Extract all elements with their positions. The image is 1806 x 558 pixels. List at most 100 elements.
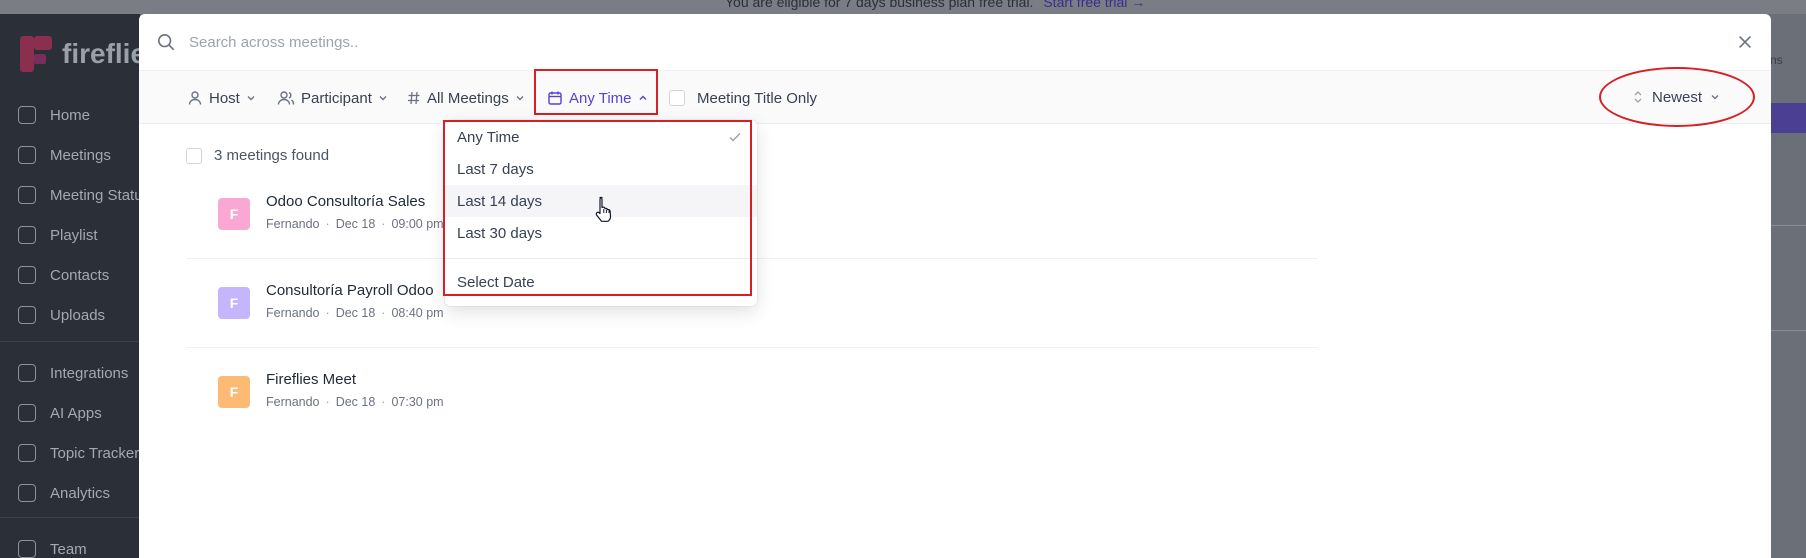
sidebar-item-label: Team — [50, 540, 87, 558]
dropdown-option-select-date[interactable]: Select Date — [445, 266, 757, 298]
trial-banner-text: You are eligible for 7 days business pla… — [725, 0, 1034, 10]
sidebar-item-home[interactable]: Home — [0, 97, 140, 133]
meeting-avatar: F — [218, 376, 250, 408]
sidebar-item-label: Meeting Status — [50, 186, 140, 204]
host-filter-label: Host — [209, 89, 240, 107]
meeting-time: 07:30 pm — [391, 395, 444, 409]
chart-icon — [18, 484, 36, 502]
meeting-date: Dec 18 — [335, 395, 376, 409]
dropdown-option-last-7-days[interactable]: Last 7 days — [445, 153, 757, 185]
meta-separator: · — [325, 217, 330, 231]
filter-bar: Host Participant All Meetings Any Time M… — [139, 70, 1771, 124]
search-row — [139, 14, 1771, 70]
sidebar-item-label: AI Apps — [50, 404, 102, 422]
meeting-date: Dec 18 — [335, 217, 376, 231]
any-time-highlight — [534, 69, 658, 115]
sidebar-item-playlist[interactable]: Playlist — [0, 217, 140, 253]
contacts-icon — [18, 266, 36, 284]
meeting-host: Fernando — [266, 306, 320, 320]
background-divider — [1770, 330, 1806, 331]
meeting-title[interactable]: Fireflies Meet — [266, 371, 356, 388]
sidebar-item-label: Meetings — [50, 146, 111, 164]
meeting-meta: Fernando · Dec 18 · 08:40 pm — [266, 306, 444, 320]
home-icon — [18, 106, 36, 124]
sidebar-item-label: Contacts — [50, 266, 110, 284]
playlist-icon — [18, 226, 36, 244]
meeting-avatar: F — [218, 198, 250, 230]
meta-separator: · — [381, 306, 386, 320]
sidebar-item-label: Topic Trackers — [50, 444, 140, 462]
meta-separator: · — [381, 395, 386, 409]
chevron-down-icon — [247, 96, 255, 101]
background-topbar: You are eligible for 7 days business pla… — [0, 0, 1806, 14]
chevron-down-icon — [379, 96, 387, 101]
dropdown-divider — [445, 258, 757, 259]
sidebar-divider — [0, 341, 140, 342]
meeting-row[interactable]: F Fireflies Meet Fernando · Dec 18 · 07:30 pm — [186, 348, 1318, 436]
background-divider — [1770, 225, 1806, 226]
upload-icon — [18, 306, 36, 324]
meeting-time: 08:40 pm — [391, 306, 444, 320]
sidebar-item-team[interactable]: Team — [0, 531, 140, 558]
meeting-meta: Fernando · Dec 18 · 09:00 pm — [266, 217, 444, 231]
meta-separator: · — [325, 306, 330, 320]
meta-separator: · — [325, 395, 330, 409]
select-all-checkbox[interactable] — [186, 147, 202, 164]
sidebar-item-analytics[interactable]: Analytics — [0, 475, 140, 511]
start-trial-link[interactable]: Start free trial → — [1043, 0, 1145, 10]
hand-cursor-icon — [595, 196, 612, 222]
sort-highlight — [1599, 67, 1755, 127]
meeting-title[interactable]: Consultoría Payroll Odoo — [266, 282, 434, 299]
meeting-title[interactable]: Odoo Consultoría Sales — [266, 193, 425, 210]
sidebar-item-label: Playlist — [50, 226, 98, 244]
sidebar-item-label: Home — [50, 106, 91, 124]
layers-icon — [18, 364, 36, 382]
users-icon — [277, 91, 295, 105]
chevron-down-icon — [516, 96, 524, 101]
title-only-checkbox[interactable] — [669, 90, 685, 106]
search-input[interactable] — [189, 28, 1689, 56]
meeting-date: Dec 18 — [335, 306, 376, 320]
meeting-avatar: F — [218, 287, 250, 319]
user-icon — [188, 91, 202, 105]
video-icon — [18, 146, 36, 164]
results-count: 3 meetings found — [214, 147, 330, 164]
sidebar-item-topic-trackers[interactable]: Topic Trackers — [0, 435, 140, 471]
sidebar-item-label: Analytics — [50, 484, 111, 502]
host-filter[interactable]: Host — [187, 71, 256, 125]
title-only-filter[interactable]: Meeting Title Only — [669, 71, 817, 125]
meeting-host: Fernando — [266, 217, 320, 231]
all-meetings-filter[interactable]: All Meetings — [407, 71, 525, 125]
sparkle-icon — [18, 404, 36, 422]
meeting-host: Fernando — [266, 395, 320, 409]
trial-banner: You are eligible for 7 days business pla… — [725, 0, 1145, 10]
results-header: 3 meetings found — [186, 147, 329, 164]
sidebar-item-meetings[interactable]: Meetings — [0, 137, 140, 173]
meta-separator: · — [381, 217, 386, 231]
sidebar-item-meeting-status[interactable]: Meeting Status — [0, 177, 140, 213]
hash-icon — [408, 91, 420, 105]
sidebar-item-contacts[interactable]: Contacts — [0, 257, 140, 293]
sidebar-item-ai-apps[interactable]: AI Apps — [0, 395, 140, 431]
meeting-time: 09:00 pm — [391, 217, 444, 231]
dropdown-option-any-time[interactable]: Any Time — [445, 121, 757, 153]
meeting-meta: Fernando · Dec 18 · 07:30 pm — [266, 395, 444, 409]
search-icon — [157, 33, 175, 51]
title-only-label: Meeting Title Only — [697, 89, 818, 107]
background-right-button[interactable] — [1765, 103, 1806, 133]
sidebar-item-label: Uploads — [50, 306, 106, 324]
check-icon — [729, 132, 741, 142]
bolt-icon — [18, 186, 36, 204]
close-icon[interactable] — [1736, 33, 1754, 51]
team-icon — [18, 540, 36, 558]
hash-icon — [18, 444, 36, 462]
sidebar-item-integrations[interactable]: Integrations — [0, 355, 140, 391]
all-meetings-filter-label: All Meetings — [427, 89, 509, 107]
participant-filter[interactable]: Participant — [277, 71, 388, 125]
participant-filter-label: Participant — [301, 89, 372, 107]
fireflies-logo-icon — [16, 36, 52, 72]
background-right-text: ns — [1770, 53, 1783, 67]
sidebar-divider — [0, 517, 140, 518]
sidebar-item-uploads[interactable]: Uploads — [0, 297, 140, 333]
sidebar-item-label: Integrations — [50, 364, 129, 382]
